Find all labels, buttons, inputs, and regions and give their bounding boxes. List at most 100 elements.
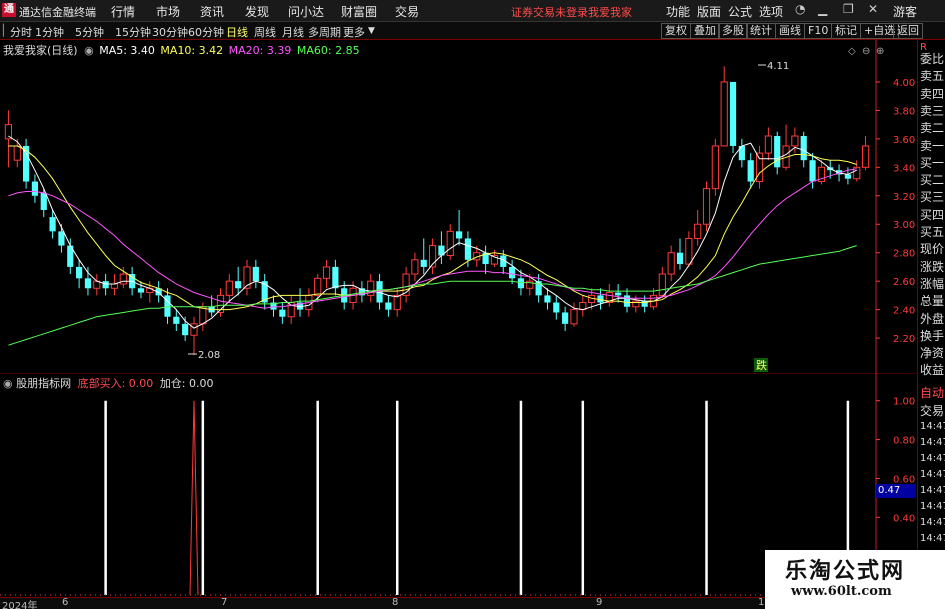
close-icon[interactable]: ✕ <box>868 2 878 16</box>
indicator-dropdown-icon[interactable]: ◉ <box>3 377 13 390</box>
candle-body[interactable] <box>58 231 65 246</box>
candle-body[interactable] <box>322 266 331 279</box>
candle-body[interactable] <box>40 192 47 210</box>
guest-label[interactable]: 游客 <box>893 3 917 20</box>
settings-icon[interactable]: ◇ <box>848 46 856 57</box>
candle-body[interactable] <box>729 81 737 146</box>
zoom-in-icon[interactable]: ⊕ <box>876 46 884 57</box>
period-tab[interactable]: 5分钟 <box>75 24 104 40</box>
candle-body[interactable] <box>861 145 870 168</box>
menu-options[interactable]: 选项 <box>759 3 783 20</box>
candle-body[interactable] <box>411 259 419 275</box>
candle-body[interactable] <box>844 174 852 179</box>
menu-formula[interactable]: 公式 <box>728 3 752 20</box>
candle-body[interactable] <box>791 135 799 147</box>
candle-body[interactable] <box>774 136 781 168</box>
menu-layout[interactable]: 版面 <box>697 3 721 20</box>
candle-body[interactable] <box>464 238 472 260</box>
candle-body[interactable] <box>632 300 640 308</box>
candle-body[interactable] <box>137 288 145 293</box>
candle-body[interactable] <box>393 294 401 311</box>
menu-market[interactable]: 市场 <box>156 3 180 20</box>
candle-body[interactable] <box>764 135 772 154</box>
candle-body[interactable] <box>13 145 21 161</box>
price-chart[interactable]: 4.00 3.80 3.60 3.40 3.20 3.00 2.80 2.60 2.40 2.20… <box>0 40 917 373</box>
candle-body[interactable] <box>279 309 286 317</box>
menu-trade[interactable]: 交易 <box>395 3 419 20</box>
candle-body[interactable] <box>553 302 560 313</box>
candle-body[interactable] <box>110 283 119 289</box>
more-chevron-icon[interactable]: ▼ <box>368 26 375 36</box>
minimize-icon[interactable]: ▁ <box>818 2 827 16</box>
period-tab-active[interactable]: 日线 <box>226 24 248 40</box>
candle-body[interactable] <box>685 237 693 265</box>
period-tab[interactable]: 1分钟 <box>35 24 64 40</box>
trade-label[interactable]: 交易 <box>920 402 944 419</box>
period-tab[interactable]: 30分钟 <box>152 24 188 40</box>
candle-body[interactable] <box>49 217 56 232</box>
period-tab[interactable]: 分时 <box>10 24 32 40</box>
candle-body[interactable] <box>119 273 127 285</box>
back-button[interactable]: 返回 <box>893 23 923 39</box>
candle-body[interactable] <box>623 295 631 307</box>
menu-news[interactable]: 资讯 <box>200 3 224 20</box>
candle-body[interactable] <box>509 266 516 279</box>
candle-body[interactable] <box>446 230 454 257</box>
f10-button[interactable]: F10 <box>804 23 833 39</box>
menu-quotes[interactable]: 行情 <box>111 3 135 20</box>
trade-login-warning[interactable]: 证券交易未登录 <box>511 4 588 20</box>
candle-body[interactable] <box>455 231 463 239</box>
multi-stock-button[interactable]: 多股 <box>718 23 748 39</box>
candle-body[interactable] <box>84 278 92 289</box>
candle-body[interactable] <box>420 259 427 267</box>
zoom-out-icon[interactable]: ⊖ <box>862 46 870 57</box>
candle-body[interactable] <box>517 278 525 289</box>
candle-body[interactable] <box>314 277 322 296</box>
mark-button[interactable]: 标记 <box>831 23 861 39</box>
menu-ask[interactable]: 问小达 <box>288 3 324 20</box>
menu-function[interactable]: 功能 <box>666 3 690 20</box>
candle-body[interactable] <box>615 292 622 296</box>
candle-body[interactable] <box>809 160 816 182</box>
candle-body[interactable] <box>570 309 578 325</box>
candle-body[interactable] <box>747 160 754 182</box>
candle-body[interactable] <box>694 223 702 239</box>
stats-button[interactable]: 统计 <box>746 23 776 39</box>
candle-body[interactable] <box>667 252 675 275</box>
candle-body[interactable] <box>658 273 666 296</box>
candle-body[interactable] <box>720 81 728 147</box>
candle-body[interactable] <box>4 124 13 140</box>
help-icon[interactable]: ◔ <box>795 2 805 16</box>
draw-line-button[interactable]: 画线 <box>775 23 805 39</box>
candle-body[interactable] <box>332 266 339 289</box>
candle-body[interactable] <box>190 323 198 336</box>
candle-body[interactable] <box>800 136 807 161</box>
stock-name-link[interactable]: 我爱我家 <box>588 4 632 20</box>
candle-body[interactable] <box>562 312 569 324</box>
candle-body[interactable] <box>544 295 551 303</box>
period-tab[interactable]: 多周期 <box>308 24 341 40</box>
candle-body[interactable] <box>676 252 684 265</box>
candle-body[interactable] <box>225 280 233 296</box>
legend-dropdown-icon[interactable]: ◉ <box>84 44 94 57</box>
candle-body[interactable] <box>385 302 392 310</box>
candle-body[interactable] <box>182 323 189 336</box>
adjust-button[interactable]: 复权 <box>661 23 691 39</box>
period-tab[interactable]: 更多 <box>343 24 365 40</box>
menu-discover[interactable]: 发现 <box>245 3 269 20</box>
candle-body[interactable] <box>702 188 711 225</box>
candle-body[interactable] <box>102 281 109 289</box>
period-tab[interactable]: 60分钟 <box>188 24 224 40</box>
candle-body[interactable] <box>76 266 83 279</box>
candle-body[interactable] <box>711 145 719 190</box>
menu-wealth[interactable]: 财富圈 <box>341 3 377 20</box>
overlay-button[interactable]: 叠加 <box>690 23 720 39</box>
period-tab[interactable]: 15分钟 <box>115 24 151 40</box>
restore-icon[interactable]: ❐ <box>843 2 854 16</box>
period-tab[interactable]: 周线 <box>254 24 276 40</box>
candle-body[interactable] <box>199 306 207 325</box>
auto-label[interactable]: 自动 <box>920 384 944 401</box>
candle-body[interactable] <box>235 281 242 289</box>
candle-body[interactable] <box>173 316 180 324</box>
candle-body[interactable] <box>252 266 259 282</box>
